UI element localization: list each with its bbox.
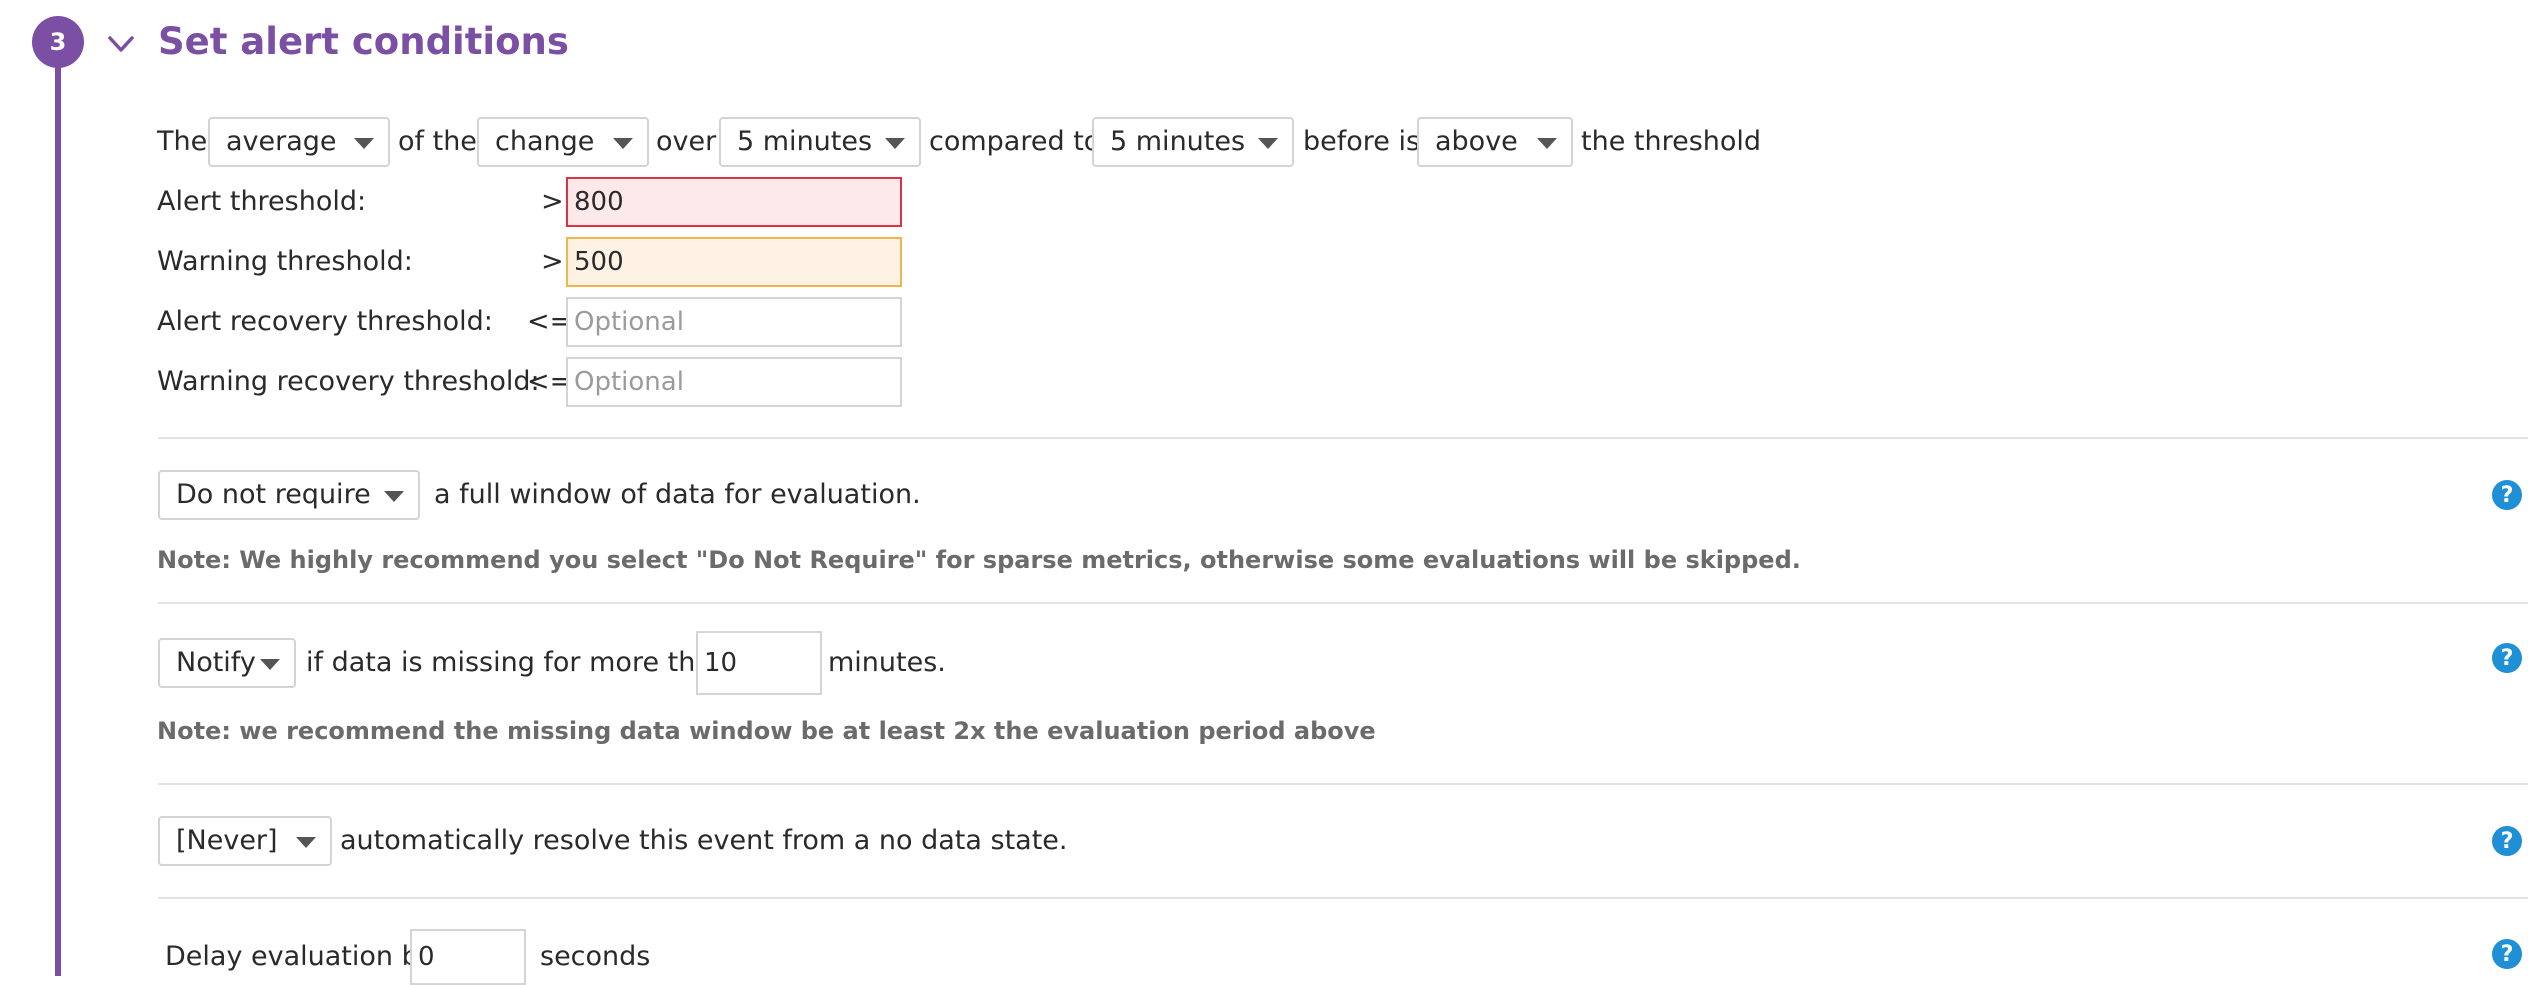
full-window-note: Note: We highly recommend you select "Do…: [157, 546, 1801, 574]
comparator-select[interactable]: above: [1417, 117, 1573, 167]
auto-resolve-text: automatically resolve this event from a …: [340, 825, 1068, 856]
full-window-text: a full window of data for evaluation.: [434, 479, 921, 510]
aggregation-value: average: [226, 126, 337, 157]
label-compared-to: compared to: [929, 126, 1101, 157]
auto-resolve-select[interactable]: [Never]: [158, 816, 332, 866]
caret-down-icon: [1537, 138, 1557, 149]
help-icon[interactable]: ?: [2492, 826, 2522, 856]
label-the: The: [157, 126, 208, 157]
delay-seconds-input[interactable]: [410, 929, 526, 985]
divider: [158, 602, 2528, 604]
warning-recovery-threshold-input[interactable]: [566, 357, 902, 407]
delay-evaluation-text: Delay evaluation by: [165, 941, 435, 972]
step-number-badge: 3: [32, 16, 84, 68]
compare-window-select[interactable]: 5 minutes: [1092, 117, 1294, 167]
metric-mode-value: change: [495, 126, 595, 157]
caret-down-icon: [384, 491, 404, 502]
warning-threshold-label: Warning threshold:: [157, 246, 413, 277]
alert-threshold-operator: >: [541, 186, 564, 217]
divider: [158, 897, 2528, 899]
window-value: 5 minutes: [737, 126, 873, 157]
divider: [158, 437, 2528, 439]
section-title: Set alert conditions: [158, 20, 569, 63]
caret-down-icon: [354, 138, 374, 149]
caret-down-icon: [885, 138, 905, 149]
missing-data-notify-value: Notify: [176, 647, 256, 678]
delay-seconds-label: seconds: [540, 941, 651, 972]
section-rail: [55, 44, 61, 976]
caret-down-icon: [613, 138, 633, 149]
caret-down-icon: [1258, 138, 1278, 149]
help-icon[interactable]: ?: [2492, 939, 2522, 969]
label-over: over: [656, 126, 717, 157]
missing-data-minutes-label: minutes.: [828, 647, 946, 678]
missing-data-minutes-input[interactable]: [696, 631, 822, 695]
label-the-threshold: the threshold: [1581, 126, 1762, 157]
full-window-value: Do not require: [176, 479, 371, 510]
help-icon[interactable]: ?: [2492, 480, 2522, 510]
warning-threshold-operator: >: [541, 246, 564, 277]
caret-down-icon: [296, 837, 316, 848]
alert-threshold-label: Alert threshold:: [157, 186, 367, 217]
chevron-down-icon[interactable]: [105, 28, 137, 60]
aggregation-select[interactable]: average: [208, 117, 390, 167]
missing-data-notify-select[interactable]: Notify: [158, 638, 296, 688]
warning-threshold-input[interactable]: [566, 237, 902, 287]
label-before-is: before is: [1303, 126, 1421, 157]
auto-resolve-value: [Never]: [176, 825, 278, 856]
missing-data-text: if data is missing for more than: [306, 647, 729, 678]
caret-down-icon: [260, 659, 280, 670]
warning-recovery-threshold-label: Warning recovery threshold:: [157, 366, 540, 397]
missing-data-note: Note: we recommend the missing data wind…: [157, 717, 1376, 745]
alert-threshold-input[interactable]: [566, 177, 902, 227]
help-icon[interactable]: ?: [2492, 643, 2522, 673]
window-select[interactable]: 5 minutes: [719, 117, 921, 167]
metric-mode-select[interactable]: change: [477, 117, 649, 167]
full-window-select[interactable]: Do not require: [158, 470, 420, 520]
label-of-the: of the: [398, 126, 477, 157]
alert-recovery-threshold-label: Alert recovery threshold:: [157, 306, 493, 337]
comparator-value: above: [1435, 126, 1518, 157]
alert-recovery-threshold-input[interactable]: [566, 297, 902, 347]
divider: [158, 783, 2528, 785]
compare-window-value: 5 minutes: [1110, 126, 1246, 157]
